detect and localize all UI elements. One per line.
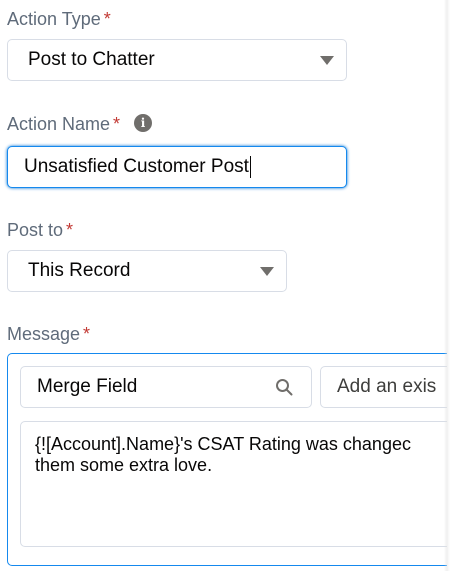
required-marker: * (66, 220, 74, 240)
action-name-label: Action Name * i (7, 113, 153, 135)
required-marker: * (113, 114, 121, 134)
required-marker: * (83, 324, 91, 344)
message-label: Message * (7, 323, 90, 345)
merge-field-search[interactable]: Merge Field (20, 366, 312, 408)
action-type-label: Action Type * (7, 8, 111, 30)
search-icon (276, 379, 293, 396)
merge-field-label: Merge Field (37, 376, 138, 397)
message-editor: Merge Field Add an exis {![Account].Name… (7, 353, 447, 566)
text-cursor (249, 156, 251, 178)
message-label-text: Message (7, 324, 81, 344)
post-to-label: Post to * (7, 219, 73, 241)
chevron-down-icon (260, 267, 274, 276)
action-type-label-text: Action Type (7, 9, 101, 29)
add-existing-placeholder: Add an exis (337, 376, 437, 397)
info-icon[interactable]: i (134, 114, 153, 133)
post-to-select[interactable]: This Record (7, 250, 287, 292)
message-textarea[interactable]: {![Account].Name}'s CSAT Rating was chan… (20, 421, 447, 547)
action-name-input[interactable]: Unsatisfied Customer Post (7, 146, 347, 188)
action-type-value: Post to Chatter (28, 49, 155, 70)
torn-edge (444, 0, 474, 571)
action-name-label-text: Action Name (7, 114, 111, 134)
action-type-select[interactable]: Post to Chatter (7, 39, 347, 81)
post-to-label-text: Post to (7, 220, 64, 240)
post-to-value: This Record (28, 260, 131, 281)
action-name-value: Unsatisfied Customer Post (24, 156, 249, 177)
chevron-down-icon (320, 56, 334, 65)
add-existing-input[interactable]: Add an exis (320, 366, 447, 408)
required-marker: * (103, 9, 111, 29)
